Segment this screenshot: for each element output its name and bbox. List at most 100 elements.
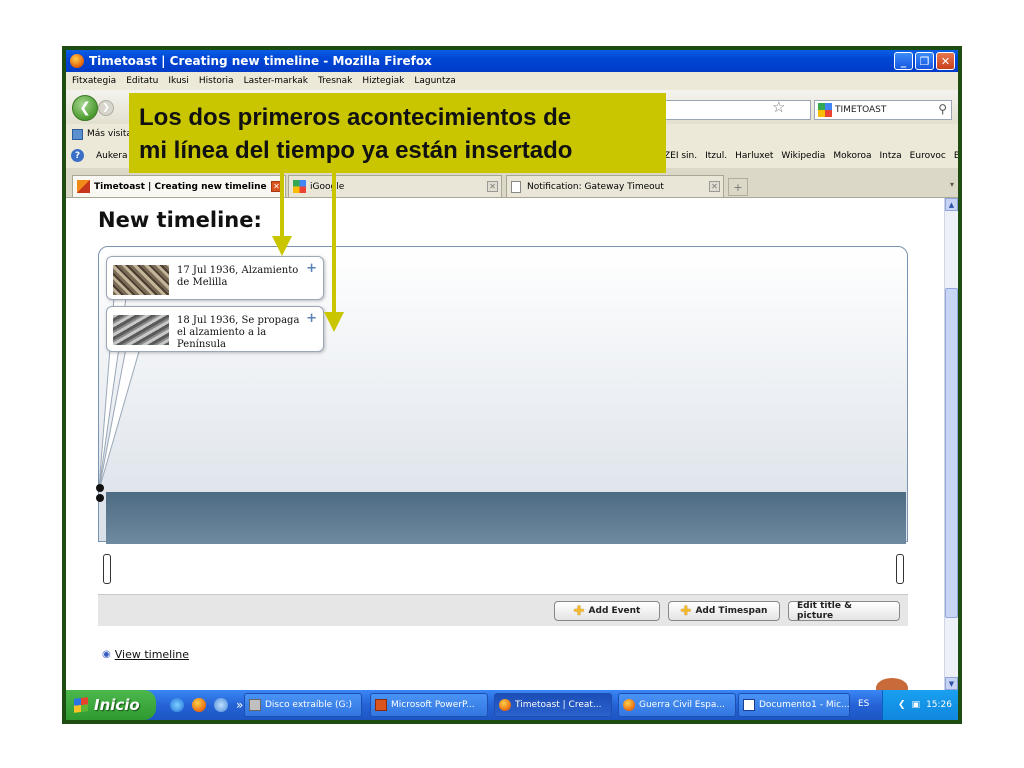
event-thumbnail: [113, 315, 169, 345]
vertical-scrollbar[interactable]: ▲ ▼: [944, 198, 958, 690]
annotation-line-1: Los dos primeros acontecimientos de: [139, 104, 572, 131]
expand-plus-icon[interactable]: +: [306, 261, 317, 276]
firefox-icon: [499, 699, 511, 711]
add-event-label: Add Event: [588, 606, 641, 616]
window-titlebar[interactable]: Timetoast | Creating new timeline - Mozi…: [66, 50, 958, 72]
event-card[interactable]: 18 Jul 1936, Se propaga el alzamiento a …: [106, 306, 324, 352]
url-bar[interactable]: [661, 100, 811, 120]
task-timetoast[interactable]: Timetoast | Creat...: [494, 693, 612, 717]
document-icon: [511, 180, 521, 193]
menu-item-hiztegiak[interactable]: Hiztegiak: [362, 76, 404, 86]
start-label: Inicio: [94, 696, 140, 714]
firefox-icon: [70, 54, 84, 68]
view-timeline-label: View timeline: [114, 648, 190, 661]
windows-taskbar: Inicio » Disco extraíble (G:) Microsoft …: [66, 690, 958, 720]
add-plus-icon: ✚: [573, 603, 585, 619]
task-disk[interactable]: Disco extraíble (G:): [244, 693, 362, 717]
page-content: New timeline: 17 Jul 1936, Alzamiento de…: [66, 198, 944, 690]
event-text: 18 Jul 1936, Se propaga el alzamiento a …: [177, 315, 300, 350]
tab-close-icon[interactable]: ✕: [487, 181, 498, 192]
scroll-up-icon[interactable]: ▲: [945, 198, 958, 211]
forward-button[interactable]: ❯: [98, 100, 114, 116]
window-title: Timetoast | Creating new timeline - Mozi…: [89, 54, 432, 68]
ie-icon[interactable]: [170, 698, 184, 712]
minimize-icon[interactable]: _: [894, 52, 913, 70]
tab-label: Timetoast | Creating new timeline: [94, 181, 267, 192]
task-label: Timetoast | Creat...: [515, 700, 602, 710]
bookmark-aukera[interactable]: Aukera: [96, 151, 128, 161]
annotation-line-2: mi línea del tiempo ya están insertado: [139, 137, 573, 164]
bookmark-wikipedia[interactable]: Wikipedia: [781, 151, 825, 161]
system-tray: ❮ ▣ 15:26: [882, 690, 958, 720]
menu-item-editatu[interactable]: Editatu: [126, 76, 158, 86]
tab-timetoast[interactable]: Timetoast | Creating new timeline ✕: [72, 175, 286, 197]
quick-launch: »: [170, 698, 243, 712]
menu-item-historia[interactable]: Historia: [199, 76, 234, 86]
add-timespan-button[interactable]: ✚ Add Timespan: [668, 601, 780, 621]
timeline-toolbar: ✚ Add Event ✚ Add Timespan Edit title & …: [98, 594, 908, 626]
clock: 15:26: [926, 700, 952, 710]
tab-notification[interactable]: Notification: Gateway Timeout ✕: [506, 175, 724, 197]
disk-icon: [249, 699, 261, 711]
menu-item-laguntza[interactable]: Laguntza: [414, 76, 455, 86]
search-icon[interactable]: [214, 698, 228, 712]
task-word[interactable]: Documento1 - Mic...: [738, 693, 850, 717]
windows-logo-icon: [74, 697, 88, 713]
scrollbar-thumb[interactable]: [945, 288, 958, 618]
firefox-icon[interactable]: [192, 698, 206, 712]
network-icon[interactable]: ▣: [912, 700, 921, 710]
edit-title-button[interactable]: Edit title & picture: [788, 601, 900, 621]
folder-icon: [72, 128, 83, 140]
expand-plus-icon[interactable]: +: [306, 311, 317, 326]
powerpoint-icon: [375, 699, 387, 711]
help-icon[interactable]: ?: [71, 149, 84, 162]
language-indicator[interactable]: ES: [858, 699, 869, 709]
bookmark-b[interactable]: B: [954, 151, 958, 161]
tab-label: iGoogle: [310, 181, 345, 192]
bookmark-most-visited[interactable]: Más visita: [87, 129, 132, 139]
menu-item-laster-markak[interactable]: Laster-markak: [244, 76, 308, 86]
add-plus-icon: ✚: [680, 603, 692, 619]
scroll-down-icon[interactable]: ▼: [945, 677, 958, 690]
annotation-callout: Los dos primeros acontecimientos de mi l…: [129, 93, 666, 173]
event-text: 17 Jul 1936, Alzamiento de Melilla: [177, 265, 299, 288]
tab-close-icon[interactable]: ✕: [709, 181, 720, 192]
eye-icon: ◉: [102, 649, 111, 660]
bookmark-harluxet[interactable]: Harluxet: [735, 151, 773, 161]
tab-list-icon[interactable]: ▾: [950, 180, 954, 189]
tab-label: Notification: Gateway Timeout: [527, 181, 664, 192]
menu-item-fitxategia[interactable]: Fitxategia: [72, 76, 116, 86]
start-button[interactable]: Inicio: [66, 690, 156, 720]
new-tab-button[interactable]: +: [728, 178, 748, 196]
close-icon[interactable]: ✕: [936, 52, 955, 70]
bookmark-zei[interactable]: ZEI sin.: [664, 151, 697, 161]
search-box[interactable]: TIMETOAST ⚲: [814, 100, 952, 120]
menu-item-ikusi[interactable]: Ikusi: [168, 76, 188, 86]
add-event-button[interactable]: ✚ Add Event: [554, 601, 660, 621]
bookmark-itzul[interactable]: Itzul.: [705, 151, 727, 161]
tab-igoogle[interactable]: iGoogle ✕: [288, 175, 502, 197]
task-powerpoint[interactable]: Microsoft PowerP...: [370, 693, 488, 717]
event-card[interactable]: 17 Jul 1936, Alzamiento de Melilla +: [106, 256, 324, 300]
event-thumbnail: [113, 265, 169, 295]
back-button[interactable]: ❮: [72, 95, 98, 121]
bookmark-mokoroa[interactable]: Mokoroa: [833, 151, 871, 161]
bookmark-eurovoc[interactable]: Eurovoc: [910, 151, 946, 161]
igoogle-favicon-icon: [293, 180, 306, 193]
bookmark-intza[interactable]: Intza: [880, 151, 902, 161]
search-engine-icon[interactable]: [818, 103, 832, 117]
view-timeline-link[interactable]: ◉ View timeline: [102, 648, 189, 661]
menu-item-tresnak[interactable]: Tresnak: [318, 76, 352, 86]
tray-expand-icon[interactable]: ❮: [898, 700, 906, 710]
maximize-icon[interactable]: ❐: [915, 52, 934, 70]
task-label: Documento1 - Mic...: [759, 700, 850, 710]
search-engine-label: TIMETOAST: [835, 105, 887, 115]
chevron-right-icon[interactable]: »: [236, 698, 243, 712]
word-icon: [743, 699, 755, 711]
tab-close-icon[interactable]: ✕: [271, 181, 282, 192]
firefox-icon: [623, 699, 635, 711]
bookmark-star-icon[interactable]: ☆: [772, 100, 785, 115]
edit-title-label: Edit title & picture: [797, 601, 852, 621]
search-icon[interactable]: ⚲: [938, 102, 947, 116]
task-guerra-civil[interactable]: Guerra Civil Espa...: [618, 693, 736, 717]
